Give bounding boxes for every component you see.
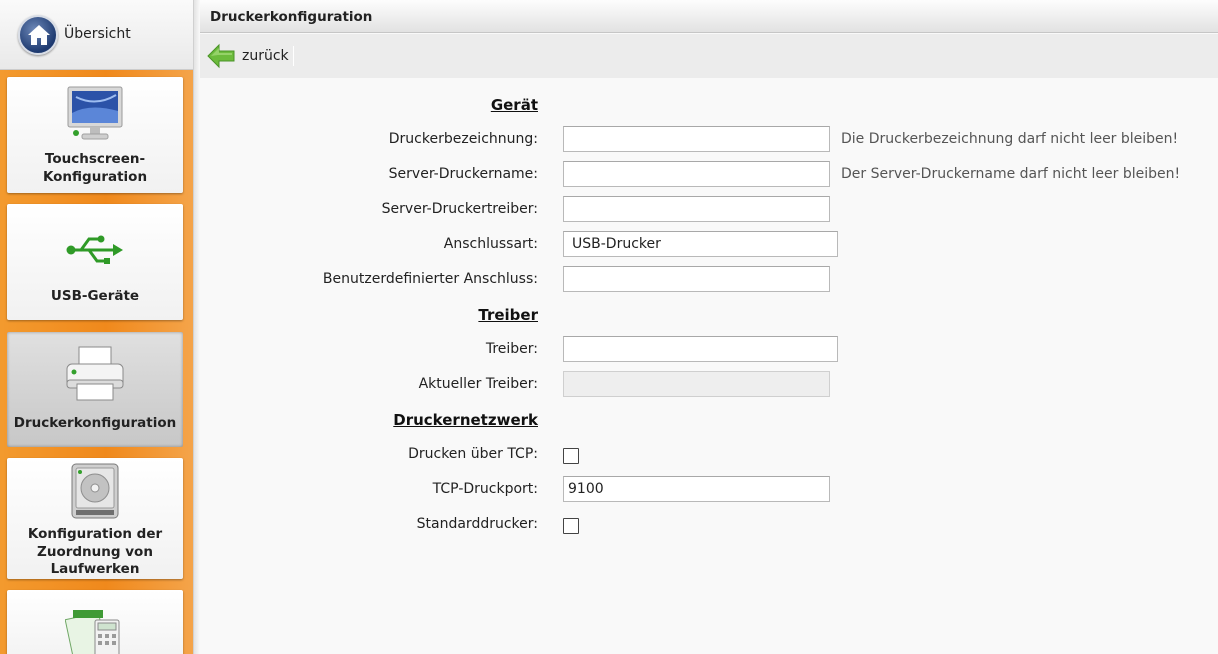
printer-name-label: Druckerbezeichnung: bbox=[388, 131, 538, 147]
back-arrow-icon bbox=[207, 43, 235, 69]
current-driver-label: Aktueller Treiber: bbox=[418, 376, 538, 392]
connection-type-label: Anschlussart: bbox=[443, 236, 538, 252]
sidebar-item-label: Druckerkonfiguration bbox=[13, 415, 177, 431]
back-button[interactable]: zurück bbox=[206, 42, 289, 70]
section-heading-driver: Treiber bbox=[478, 306, 538, 324]
server-printer-driver-input[interactable] bbox=[563, 196, 830, 222]
sidebar-item-label: Touchscreen- Konfiguration bbox=[42, 151, 148, 185]
current-driver-field bbox=[563, 371, 830, 397]
sidebar-item-touchscreen[interactable]: Touchscreen- Konfiguration bbox=[7, 77, 183, 193]
section-heading-network: Druckernetzwerk bbox=[393, 411, 538, 429]
monitor-icon bbox=[67, 86, 123, 140]
sidebar-item-spreadsheet[interactable] bbox=[7, 590, 183, 654]
custom-connection-input[interactable] bbox=[563, 266, 830, 292]
printer-icon bbox=[66, 346, 124, 401]
server-printer-name-label: Server-Druckername: bbox=[388, 166, 538, 182]
server-printer-name-hint: Der Server-Druckername darf nicht leer b… bbox=[841, 166, 1181, 182]
home-label: Übersicht bbox=[64, 26, 131, 42]
toolbar-separator bbox=[293, 46, 294, 66]
home-icon bbox=[18, 15, 58, 55]
drive-icon bbox=[71, 463, 119, 519]
page-title: Druckerkonfiguration bbox=[210, 9, 373, 25]
driver-label: Treiber: bbox=[485, 341, 538, 357]
sidebar-item-label: USB-Geräte bbox=[50, 288, 140, 304]
print-tcp-checkbox[interactable] bbox=[563, 448, 579, 464]
back-label: zurück bbox=[242, 48, 289, 64]
spreadsheet-icon bbox=[65, 610, 120, 654]
tcp-port-label: TCP-Druckport: bbox=[432, 481, 538, 497]
default-printer-label: Standarddrucker: bbox=[416, 516, 538, 532]
sidebar: Übersicht Touchscreen- Konfiguration USB bbox=[0, 0, 193, 654]
toolbar: zurück bbox=[200, 34, 1218, 78]
usb-icon bbox=[66, 235, 123, 264]
main-panel: Druckerkonfiguration zurück Gerät Drucke… bbox=[200, 0, 1218, 654]
custom-connection-label: Benutzerdefinierter Anschluss: bbox=[322, 271, 538, 287]
sidebar-divider bbox=[193, 0, 200, 654]
server-printer-driver-label: Server-Druckertreiber: bbox=[381, 201, 538, 217]
sidebar-item-printer[interactable]: Druckerkonfiguration bbox=[7, 332, 183, 447]
print-tcp-label: Drucken über TCP: bbox=[408, 446, 538, 462]
home-button[interactable]: Übersicht bbox=[0, 0, 193, 70]
tcp-port-input[interactable] bbox=[563, 476, 830, 502]
connection-type-select[interactable] bbox=[563, 231, 838, 257]
sidebar-item-usb[interactable]: USB-Geräte bbox=[7, 204, 183, 320]
driver-select[interactable] bbox=[563, 336, 838, 362]
printer-name-input[interactable] bbox=[563, 126, 830, 152]
sidebar-item-label: Konfiguration der Zuordnung von Laufwerk… bbox=[27, 526, 163, 577]
server-printer-name-input[interactable] bbox=[563, 161, 830, 187]
title-bar: Druckerkonfiguration bbox=[200, 0, 1218, 33]
default-printer-checkbox[interactable] bbox=[563, 518, 579, 534]
sidebar-item-drives[interactable]: Konfiguration der Zuordnung von Laufwerk… bbox=[7, 458, 183, 579]
printer-name-hint: Die Druckerbezeichnung darf nicht leer b… bbox=[841, 131, 1179, 147]
section-heading-device: Gerät bbox=[490, 96, 538, 114]
